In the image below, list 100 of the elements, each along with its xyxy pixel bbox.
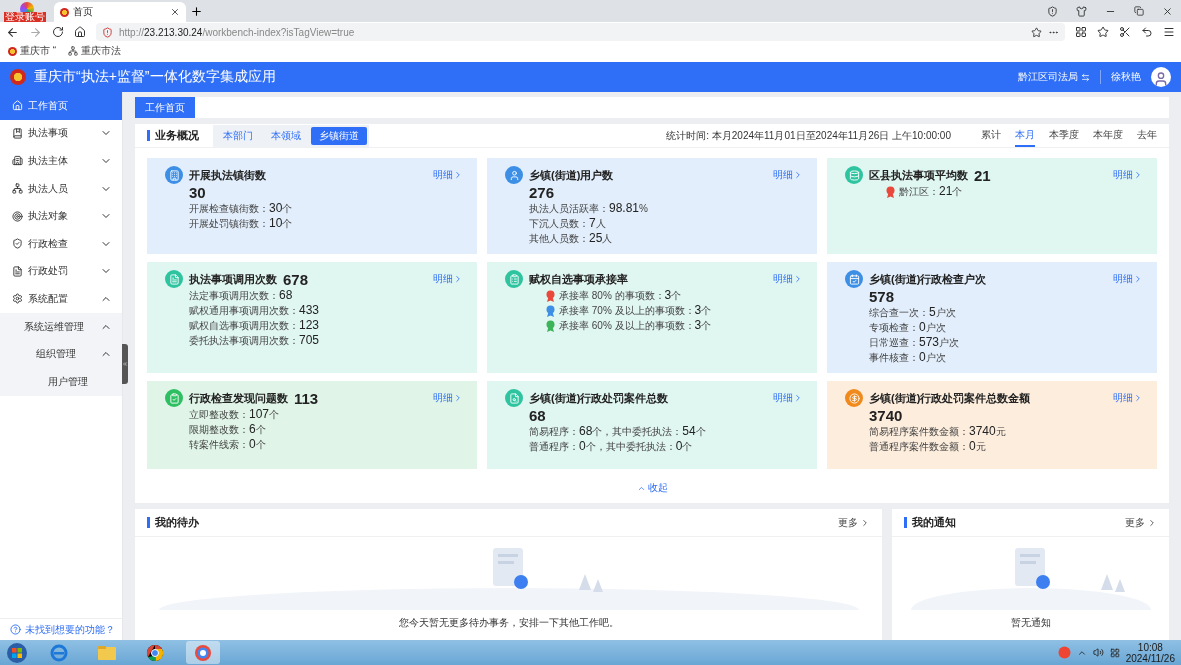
period-tab[interactable]: 本年度 — [1093, 124, 1123, 147]
card-stat-line: 普通程序案件数金额：0元 — [869, 439, 986, 454]
sidebar-item[interactable]: 用户管理 — [0, 367, 122, 396]
scope-button[interactable]: 本领域 — [263, 126, 309, 145]
period-tab[interactable]: 本季度 — [1049, 124, 1079, 147]
target-icon — [12, 210, 23, 222]
profile-button[interactable]: 登录账号 — [4, 0, 50, 22]
new-tab-icon[interactable] — [190, 5, 203, 18]
sidebar-item[interactable]: 系统运维管理 — [0, 312, 122, 341]
section-title: 业务概况 — [147, 130, 199, 141]
more-link[interactable]: 更多 — [838, 515, 871, 530]
card-value: 678 — [283, 270, 309, 288]
detail-link[interactable]: 明细 — [1113, 391, 1143, 405]
org-name[interactable]: 黔江区司法局 — [1018, 70, 1078, 84]
card-stat-line: 专项检查：0户次 — [869, 320, 946, 335]
start-icon[interactable] — [6, 641, 28, 664]
page-tab[interactable]: 工作首页 — [135, 97, 195, 118]
detail-link[interactable]: 明细 — [433, 272, 463, 286]
undo-icon[interactable] — [1141, 26, 1153, 38]
settings-icon — [12, 293, 23, 305]
favorites-icon[interactable] — [1097, 26, 1109, 38]
card-stat-line: 简易程序案件数金额：3740元 — [869, 424, 1006, 439]
card-stat-line: 日常巡查：573户次 — [869, 335, 960, 350]
volume-icon[interactable] — [1092, 647, 1104, 658]
card-stat-line: 转案件线索：0个 — [189, 437, 266, 452]
card-value: 276 — [529, 184, 556, 201]
book-icon — [12, 127, 23, 139]
card-stat-line: 简易程序：68个，其中委托执法：54个 — [529, 424, 706, 439]
detail-link[interactable]: 明细 — [773, 391, 803, 405]
avatar[interactable] — [1151, 67, 1171, 87]
close-icon[interactable] — [1162, 5, 1173, 17]
app-taskbar-icon[interactable] — [186, 641, 220, 664]
card-title: 区县执法事项平均数 — [869, 167, 968, 183]
card-value: 68 — [529, 407, 547, 424]
browser-tab[interactable]: 首页 — [54, 2, 186, 22]
empty-message: 您今天暂无更多待办事务，安排一下其他工作吧。 — [398, 616, 619, 630]
card-stat-line: 下沉人员数：7人 — [529, 216, 606, 231]
shield-icon — [102, 26, 113, 38]
card-stat-line: 承接率 80% 的事项数：3个 — [559, 288, 682, 303]
card-stat-line: 普通程序：0个，其中委托执法：0个 — [529, 439, 693, 454]
clock[interactable]: 10:08 2024/11/26 — [1125, 641, 1175, 664]
scissors-icon[interactable] — [1119, 26, 1131, 38]
bookmark-link[interactable]: 重庆市法 — [68, 44, 122, 58]
login-badge: 登录账号 — [4, 12, 46, 22]
card-value: 30 — [189, 184, 207, 201]
empty-message: 暂无通知 — [1010, 616, 1051, 630]
swap-icon[interactable] — [1081, 72, 1090, 82]
detail-link[interactable]: 明细 — [773, 168, 803, 182]
person-icon — [1153, 71, 1169, 87]
app-title: 重庆市“执法+监督”一体化数字集成应用 — [34, 68, 276, 86]
section-title: 我的通知 — [904, 517, 957, 528]
reload-icon[interactable] — [52, 26, 64, 38]
home-icon — [12, 100, 23, 112]
address-field[interactable]: http://23.213.30.24/workbench-index?isTagView=true — [96, 23, 1065, 41]
close-icon[interactable] — [170, 7, 180, 17]
shield-icon — [12, 238, 23, 250]
card-value: 3740 — [869, 407, 904, 424]
detail-link[interactable]: 明细 — [773, 272, 803, 286]
period-tab[interactable]: 去年 — [1137, 124, 1157, 147]
card-value: 113 — [294, 389, 319, 407]
grid-icon[interactable] — [1075, 26, 1087, 38]
more-link[interactable]: 更多 — [1125, 515, 1157, 530]
sidebar-item[interactable]: 工作首页 — [0, 92, 122, 120]
chevron-right-icon — [453, 170, 463, 180]
card-stat-line: 执法人员活跃率：98.81% — [529, 201, 648, 216]
card-stat-line: 委托执法事项调用次数：705 — [189, 333, 320, 348]
detail-link[interactable]: 明细 — [433, 391, 463, 405]
star-icon[interactable] — [1031, 26, 1042, 38]
chevron-right-icon — [1147, 517, 1157, 528]
restore-icon[interactable] — [1134, 6, 1144, 16]
shirt-icon[interactable] — [1076, 5, 1087, 17]
chevron-right-icon — [1133, 274, 1143, 284]
back-icon[interactable] — [6, 25, 19, 39]
shield-icon[interactable] — [1047, 5, 1058, 17]
collapse-link[interactable]: 收起 — [636, 481, 668, 495]
detail-link[interactable]: 明细 — [1113, 272, 1143, 286]
menu-icon[interactable] — [1163, 26, 1175, 38]
home-icon[interactable] — [74, 26, 86, 38]
card-title: 赋权自选事项承接率 — [529, 271, 628, 287]
document-icon — [12, 265, 23, 277]
period-tab[interactable]: 本月 — [1015, 124, 1035, 147]
scope-button[interactable]: 乡镇街道 — [311, 126, 367, 145]
detail-link[interactable]: 明细 — [1113, 168, 1143, 182]
sidebar-item[interactable]: 组织管理 — [0, 340, 122, 368]
collapse-handle[interactable] — [122, 344, 128, 384]
bookmark-link[interactable]: 重庆市 “ — [8, 44, 57, 58]
card-stat-line: 承接率 60% 及以上的事项数：3个 — [559, 318, 712, 333]
detail-link[interactable]: 明细 — [433, 168, 463, 182]
scope-button[interactable]: 本部门 — [215, 126, 261, 145]
card-stat-line: 综合查一次：5户次 — [869, 305, 956, 320]
card-stat-line: 赋权通用事项调用次数：433 — [189, 303, 320, 318]
network-icon[interactable] — [1109, 647, 1120, 658]
card-stat-line: 开展检查镇街数：30个 — [189, 201, 293, 216]
card-title: 乡镇(街道)行政处罚案件总数 — [529, 390, 669, 406]
card-value: 578 — [869, 288, 896, 305]
hierarchy-icon — [12, 183, 23, 195]
section-title: 我的待办 — [147, 517, 199, 528]
help-icon — [10, 624, 21, 635]
period-tab[interactable]: 累计 — [981, 124, 1001, 147]
card-title: 开展执法镇街数 — [189, 167, 266, 183]
